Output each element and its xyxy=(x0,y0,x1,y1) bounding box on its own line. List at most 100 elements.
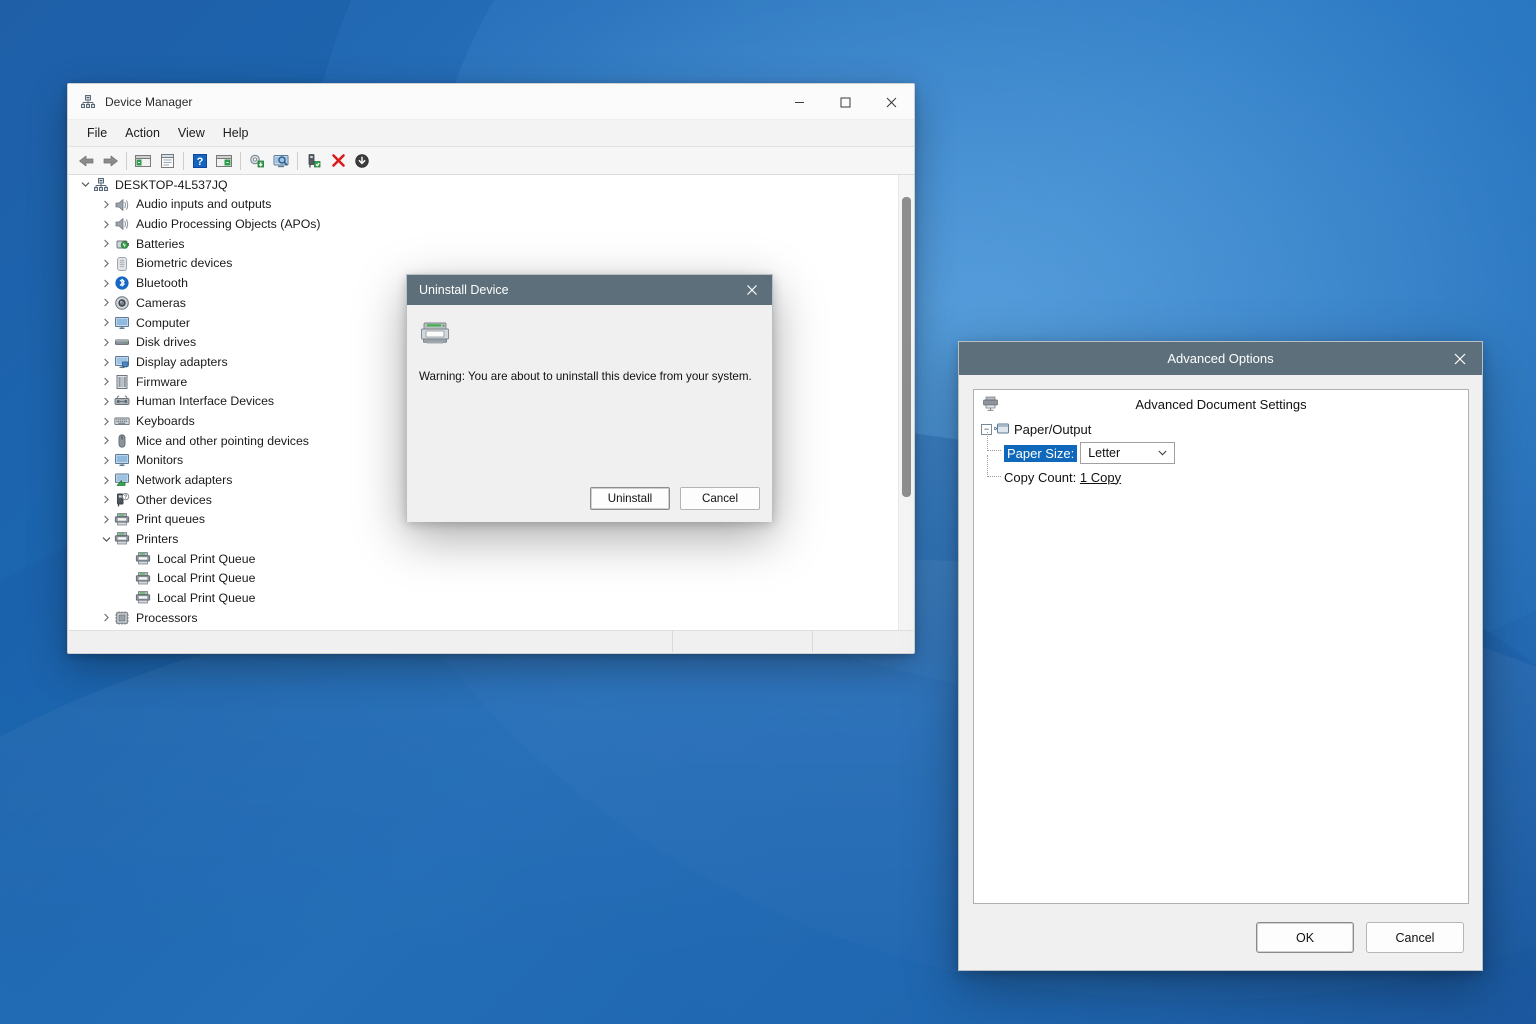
advanced-document-settings-header: Advanced Document Settings xyxy=(974,390,1468,418)
show-hide-action-pane-icon[interactable] xyxy=(213,150,235,172)
status-cell-1 xyxy=(69,631,673,652)
chevron-right-icon[interactable] xyxy=(98,433,114,449)
tree-node-label: Display adapters xyxy=(136,354,228,369)
tree-node[interactable]: Local Print Queue xyxy=(69,549,913,569)
chevron-right-icon[interactable] xyxy=(98,334,114,350)
chevron-right-icon[interactable] xyxy=(98,256,114,272)
tree-node[interactable]: Biometric devices xyxy=(69,254,913,274)
tree-node[interactable]: Processors xyxy=(69,608,913,628)
advanced-dialog-titlebar: Advanced Options xyxy=(959,342,1482,375)
chevron-down-icon[interactable] xyxy=(98,531,114,547)
chevron-right-icon[interactable] xyxy=(98,275,114,291)
ok-button[interactable]: OK xyxy=(1256,922,1354,953)
advanced-settings-panel[interactable]: Advanced Document Settings − Paper/Outpu… xyxy=(973,389,1469,904)
close-icon[interactable] xyxy=(732,275,772,305)
tree-node[interactable]: Audio Processing Objects (APOs) xyxy=(69,214,913,234)
tree-node-label: DESKTOP-4L537JQ xyxy=(115,177,228,192)
tree-node[interactable]: Printers xyxy=(69,529,913,549)
speaker-icon xyxy=(114,197,130,213)
tree-node-copy-count[interactable]: Copy Count: 1 Copy xyxy=(974,455,1468,488)
tree-node[interactable]: Batteries xyxy=(69,234,913,254)
uninstall-dialog-title: Uninstall Device xyxy=(419,283,509,297)
chevron-right-icon[interactable] xyxy=(98,315,114,331)
chevron-right-icon[interactable] xyxy=(98,492,114,508)
mouse-icon xyxy=(114,433,130,449)
chevron-right-icon[interactable] xyxy=(98,354,114,370)
tree-node-label: Printers xyxy=(136,532,179,547)
chevron-right-icon[interactable] xyxy=(98,393,114,409)
menu-help[interactable]: Help xyxy=(214,123,258,143)
copy-count-value[interactable]: 1 Copy xyxy=(1080,470,1121,485)
close-icon[interactable] xyxy=(1438,342,1482,375)
paper-output-label: Paper/Output xyxy=(1014,421,1092,437)
menu-action[interactable]: Action xyxy=(116,123,169,143)
device-manager-toolbar: ? xyxy=(68,147,914,175)
chevron-right-icon[interactable] xyxy=(98,452,114,468)
desktop-background: Device Manager File Action View Help ? D… xyxy=(0,0,1536,1024)
processor-icon xyxy=(114,610,130,626)
cancel-button[interactable]: Cancel xyxy=(1366,922,1464,953)
speaker-icon xyxy=(114,216,130,232)
paper-size-select[interactable]: Letter xyxy=(1080,442,1176,464)
uninstall-button[interactable]: Uninstall xyxy=(590,487,670,510)
chevron-down-icon[interactable] xyxy=(1158,448,1167,458)
menu-view[interactable]: View xyxy=(169,123,214,143)
back-icon[interactable] xyxy=(75,150,97,172)
tree-node-paper-size[interactable]: Paper Size: Letter xyxy=(974,432,1468,466)
help-icon[interactable]: ? xyxy=(189,150,211,172)
tree-connector xyxy=(987,455,1001,477)
disk-drive-icon xyxy=(114,334,130,350)
scrollbar-thumb[interactable] xyxy=(902,197,911,497)
tree-node-label: Local Print Queue xyxy=(157,551,256,566)
tree-node-label: Print queues xyxy=(136,512,206,527)
update-driver-icon[interactable] xyxy=(246,150,268,172)
chevron-right-icon[interactable] xyxy=(98,236,114,252)
tree-root-node[interactable]: DESKTOP-4L537JQ xyxy=(69,175,913,195)
chevron-right-icon[interactable] xyxy=(98,472,114,488)
tree-node-label: Disk drives xyxy=(136,335,197,350)
tree-node-label: Processors xyxy=(136,610,198,625)
monitor-icon xyxy=(114,315,130,331)
enable-device-icon[interactable] xyxy=(303,150,325,172)
tree-node-paper-output[interactable]: − Paper/Output xyxy=(974,418,1468,440)
scan-for-hardware-changes-icon[interactable] xyxy=(270,150,292,172)
minimize-button[interactable] xyxy=(776,84,822,120)
warning-message: Warning: You are about to uninstall this… xyxy=(419,370,752,383)
chevron-right-icon[interactable] xyxy=(98,413,114,429)
show-hide-console-tree-icon[interactable] xyxy=(132,150,154,172)
chevron-down-icon[interactable] xyxy=(77,177,93,193)
tree-node-label: Human Interface Devices xyxy=(136,394,275,409)
tree-node[interactable]: Local Print Queue xyxy=(69,569,913,589)
cancel-button[interactable]: Cancel xyxy=(680,487,760,510)
uninstall-device-dialog: Uninstall Device Warning: You are about … xyxy=(406,274,773,522)
tree-vertical-scrollbar[interactable] xyxy=(898,175,913,631)
chevron-right-icon[interactable] xyxy=(98,295,114,311)
maximize-button[interactable] xyxy=(822,84,868,120)
status-bar xyxy=(69,630,913,652)
bluetooth-icon xyxy=(114,275,130,291)
chevron-right-icon[interactable] xyxy=(98,610,114,626)
printer-icon xyxy=(135,590,151,606)
properties-icon[interactable] xyxy=(156,150,178,172)
disable-device-icon[interactable] xyxy=(351,150,373,172)
paper-size-label: Paper Size: xyxy=(1004,444,1078,462)
tree-node-label: Mice and other pointing devices xyxy=(136,433,309,448)
forward-icon[interactable] xyxy=(99,150,121,172)
chevron-right-icon[interactable] xyxy=(98,512,114,528)
menu-file[interactable]: File xyxy=(78,123,116,143)
uninstall-device-icon[interactable] xyxy=(327,150,349,172)
printer-icon xyxy=(135,551,151,567)
toolbar-separator xyxy=(297,151,298,170)
svg-text:?: ? xyxy=(124,494,127,500)
chevron-right-icon[interactable] xyxy=(98,216,114,232)
tree-node-label: Computer xyxy=(136,315,190,330)
close-button[interactable] xyxy=(868,84,914,120)
device-manager-titlebar: Device Manager xyxy=(68,84,914,120)
tree-node-label: Bluetooth xyxy=(136,276,188,291)
chevron-right-icon[interactable] xyxy=(98,197,114,213)
tree-node[interactable]: Audio inputs and outputs xyxy=(69,195,913,215)
tree-node[interactable]: Local Print Queue xyxy=(69,588,913,608)
chevron-right-icon[interactable] xyxy=(98,374,114,390)
